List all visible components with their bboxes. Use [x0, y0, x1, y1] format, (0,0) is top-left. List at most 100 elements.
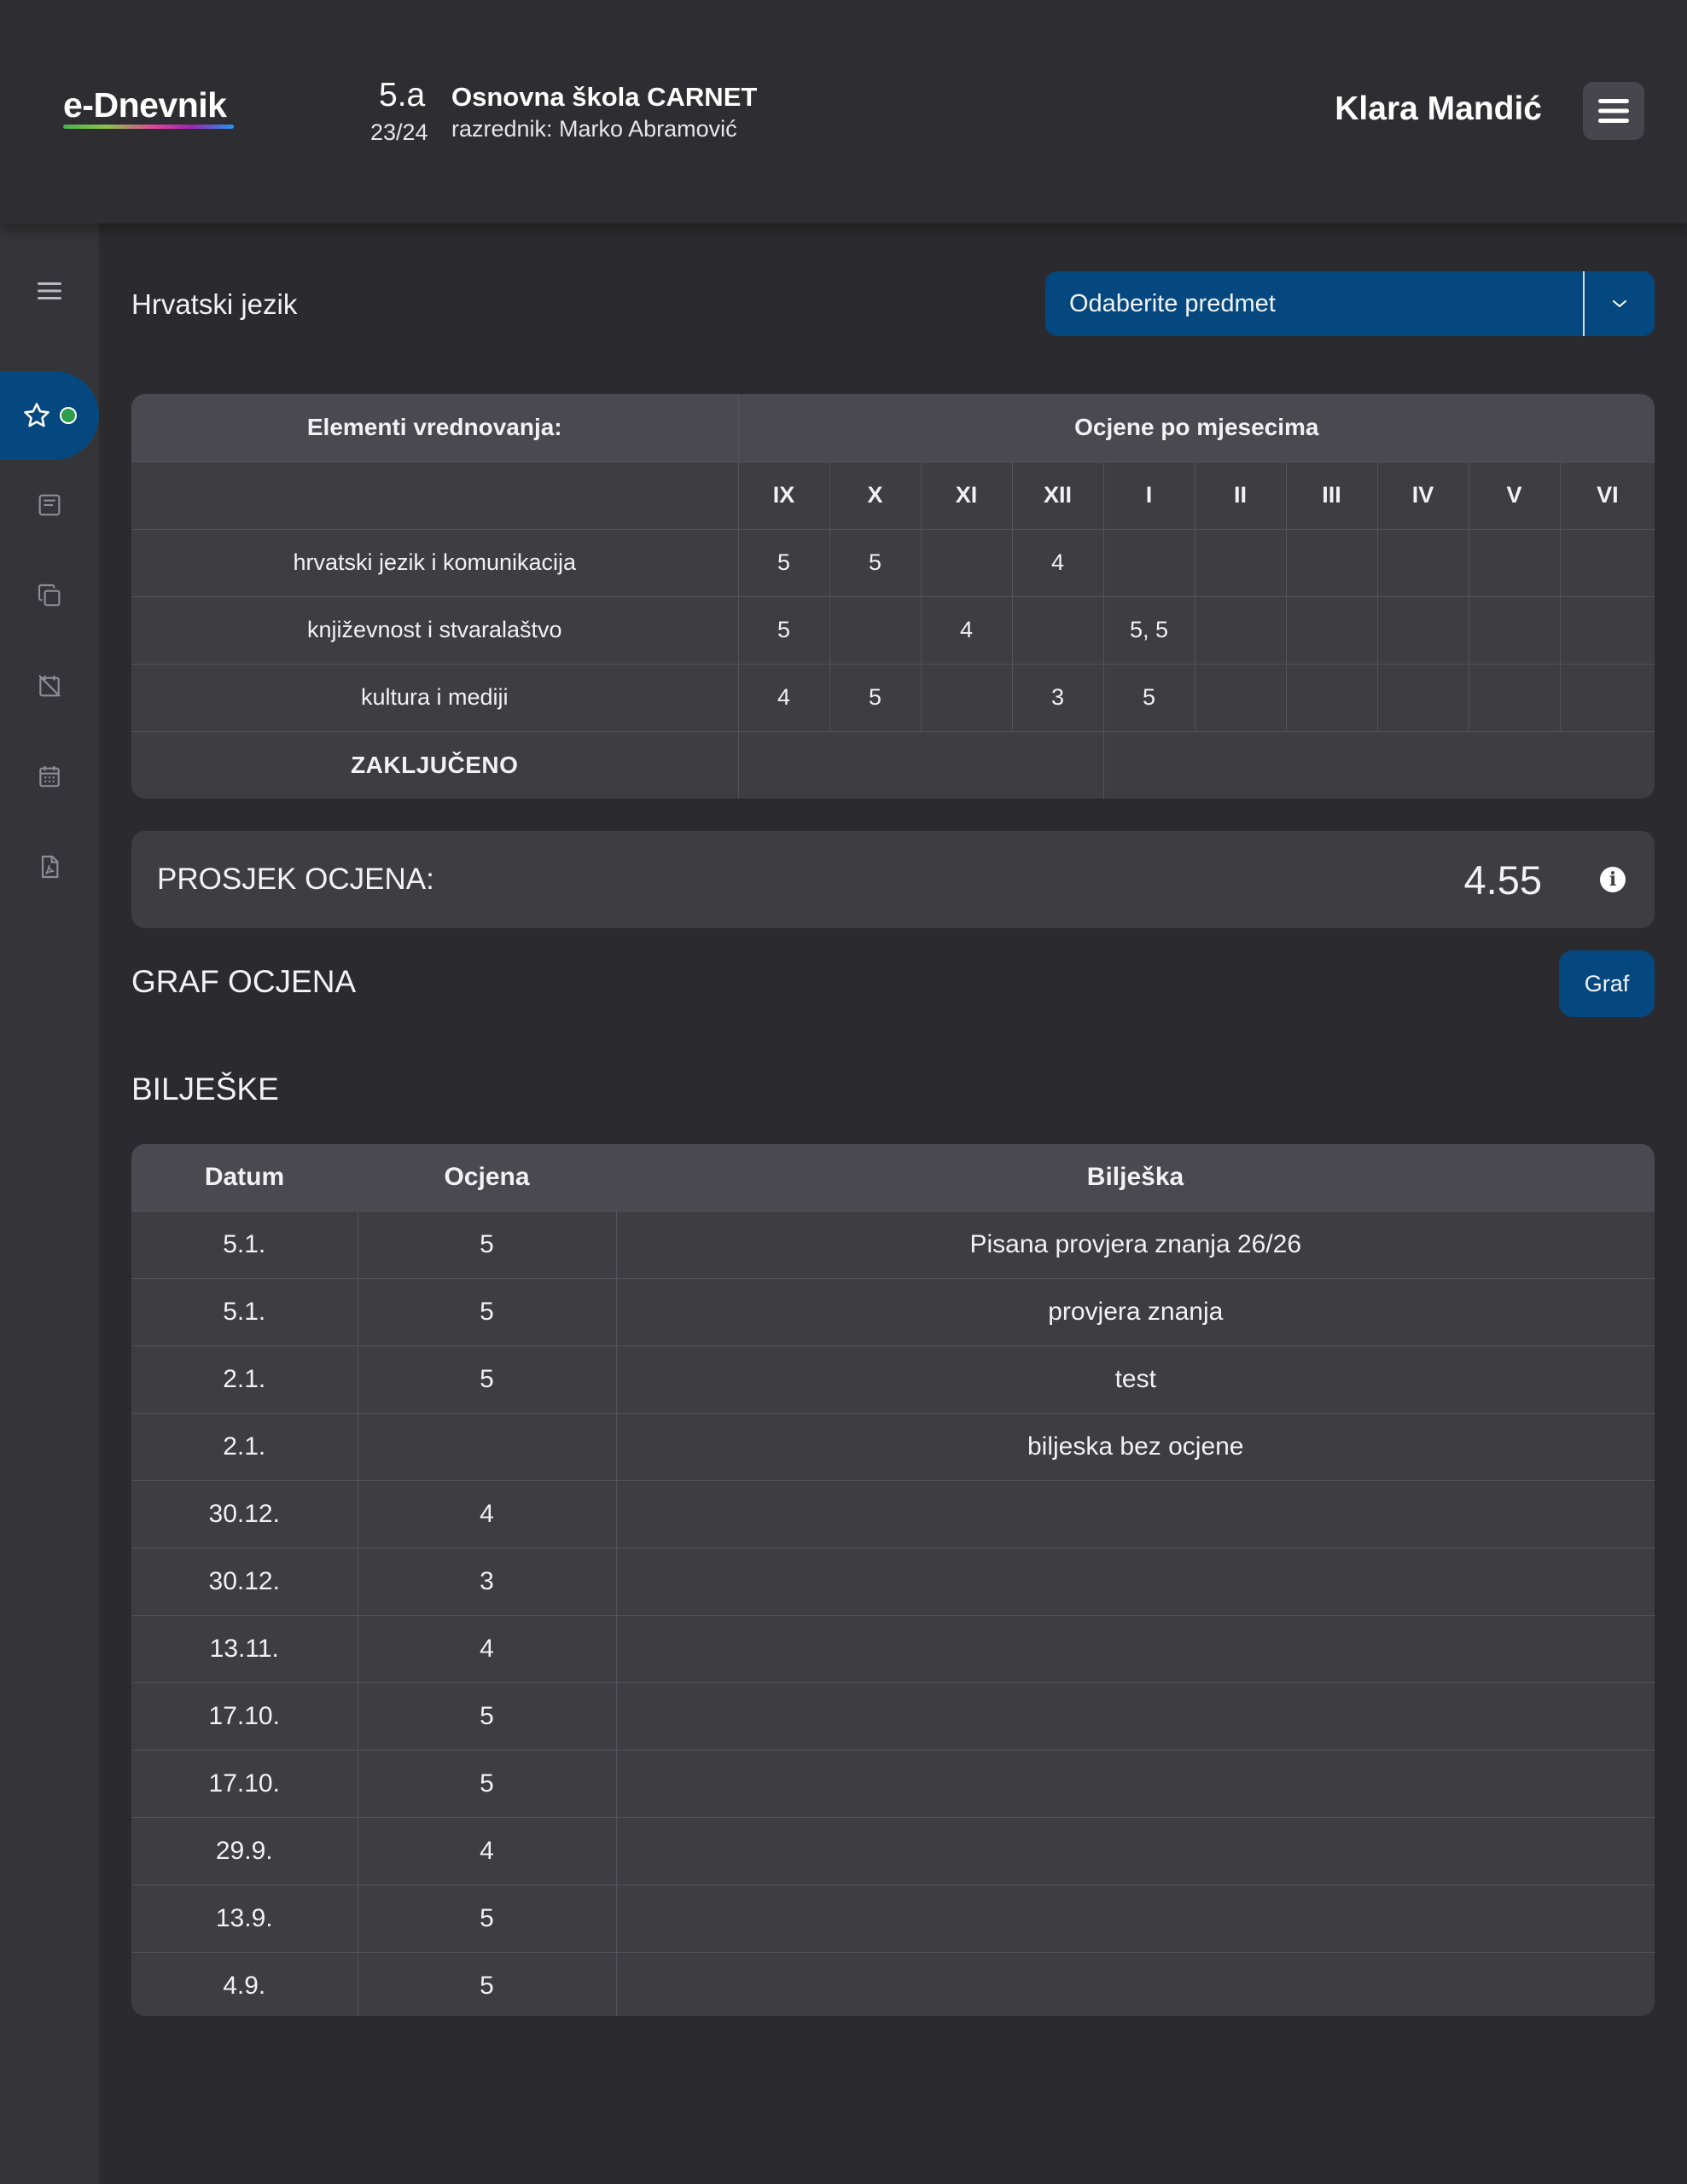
grade-cell [920, 528, 1013, 597]
column-header-note: Bilješka [616, 1144, 1655, 1211]
month-header: V [1468, 461, 1561, 530]
note-text [615, 1884, 1655, 1953]
app-logo[interactable]: e-Dnevnik [63, 85, 227, 125]
note-date: 5.1. [131, 1277, 358, 1346]
sidebar-item-absences[interactable] [0, 648, 99, 724]
info-icon[interactable]: i [1600, 867, 1626, 892]
final-grade-row: ZAKLJUČENO [131, 730, 1655, 799]
class-year: 23/24 [370, 119, 428, 145]
graph-button[interactable]: Graf [1559, 950, 1655, 1017]
star-icon [24, 403, 49, 427]
grades-row: kultura i mediji 4 5 3 5 [131, 663, 1655, 732]
grade-cell [1468, 528, 1561, 597]
sidebar [0, 224, 99, 2184]
class-name: 5.a [379, 77, 426, 113]
note-date: 17.10. [131, 1749, 358, 1818]
status-dot [60, 407, 77, 424]
sidebar-item-calendar[interactable] [0, 738, 99, 815]
note-grade: 3 [357, 1547, 617, 1616]
note-grade: 4 [357, 1614, 617, 1683]
note-text [615, 1749, 1655, 1818]
grade-cell: 5, 5 [1102, 595, 1195, 665]
average-value: 4.55 [1463, 857, 1542, 903]
table-row: 2.1. 5 test [131, 1345, 1655, 1414]
element-label: kultura i mediji [131, 663, 739, 732]
select-toggle[interactable] [1585, 299, 1655, 309]
note-text: provjera znanja [615, 1277, 1655, 1346]
final-grade-second-term [1102, 730, 1655, 799]
grade-cell [1468, 663, 1561, 732]
note-grade: 5 [357, 1210, 617, 1279]
sidebar-item-notes[interactable] [0, 467, 99, 543]
note-grade: 4 [357, 1816, 617, 1885]
grade-cell [1011, 595, 1104, 665]
grade-cell [1376, 663, 1469, 732]
table-row: 5.1. 5 provjera znanja [131, 1277, 1655, 1346]
month-header: XII [1011, 461, 1104, 530]
grade-cell [1559, 595, 1655, 665]
grade-cell: 3 [1011, 663, 1104, 732]
note-date: 30.12. [131, 1547, 358, 1616]
notes-section-title: BILJEŠKE [131, 1072, 279, 1107]
note-text [615, 1682, 1655, 1751]
month-header: XI [920, 461, 1013, 530]
elements-header: Elementi vrednovanja: [131, 394, 738, 462]
sidebar-item-copy[interactable] [0, 557, 99, 634]
element-label: hrvatski jezik i komunikacija [131, 528, 739, 597]
grade-cell [1194, 595, 1287, 665]
note-grade: 5 [357, 1951, 617, 2016]
final-grade-first-term [737, 730, 1104, 799]
note-grade [357, 1412, 617, 1481]
note-grade: 5 [357, 1345, 617, 1414]
table-row: 29.9. 4 [131, 1816, 1655, 1885]
pdf-icon [41, 855, 59, 879]
sidebar-item-grades[interactable] [0, 371, 99, 460]
average-label: PROSJEK OCJENA: [157, 863, 434, 896]
grade-cell [1194, 528, 1287, 597]
table-row: 17.10. 5 [131, 1682, 1655, 1751]
note-date: 30.12. [131, 1479, 358, 1548]
grade-cell: 5 [829, 528, 922, 597]
calendar-icon [39, 766, 60, 787]
table-row: 4.9. 5 [131, 1951, 1655, 2016]
months-header: Ocjene po mjesecima [737, 394, 1655, 462]
table-row: 13.9. 5 [131, 1884, 1655, 1953]
grade-cell: 5 [737, 528, 830, 597]
note-date: 13.11. [131, 1614, 358, 1683]
note-date: 5.1. [131, 1210, 358, 1279]
month-header: IX [737, 461, 830, 530]
logo-underline [63, 125, 234, 129]
grade-cell: 4 [1011, 528, 1104, 597]
sidebar-item-pdf[interactable] [0, 828, 99, 905]
grade-cell [1468, 595, 1561, 665]
class-teacher: razrednik: Marko Abramović [451, 116, 737, 142]
subject-select[interactable]: Odaberite predmet [1045, 271, 1655, 336]
grade-cell: 5 [1102, 663, 1195, 732]
note-date: 29.9. [131, 1816, 358, 1885]
table-row: 13.11. 4 [131, 1614, 1655, 1683]
chevron-down-icon [1613, 300, 1626, 307]
grade-average-panel: PROSJEK OCJENA: 4.55 i [131, 831, 1655, 928]
grade-cell [829, 595, 922, 665]
grade-cell [920, 663, 1013, 732]
user-name[interactable]: Klara Mandić [1335, 90, 1542, 128]
app-header: e-Dnevnik 5.a 23/24 Osnovna škola CARNET… [0, 0, 1687, 224]
grade-cell [1285, 528, 1378, 597]
copy-icon [38, 584, 61, 607]
main-menu-button[interactable] [1583, 82, 1644, 140]
hamburger-icon [1598, 99, 1629, 123]
sidebar-toggle[interactable] [0, 253, 99, 329]
month-header-spacer [131, 461, 739, 530]
table-row: 30.12. 4 [131, 1479, 1655, 1548]
calendar-off-icon [38, 675, 61, 697]
grade-cell [1376, 528, 1469, 597]
grade-cell [1194, 663, 1287, 732]
final-grade-label: ZAKLJUČENO [131, 730, 739, 799]
table-row: 5.1. 5 Pisana provjera znanja 26/26 [131, 1210, 1655, 1279]
menu-icon [38, 282, 61, 299]
grade-cell: 4 [920, 595, 1013, 665]
note-grade: 5 [357, 1277, 617, 1346]
note-date: 4.9. [131, 1951, 358, 2016]
grade-cell [1102, 528, 1195, 597]
note-date: 17.10. [131, 1682, 358, 1751]
